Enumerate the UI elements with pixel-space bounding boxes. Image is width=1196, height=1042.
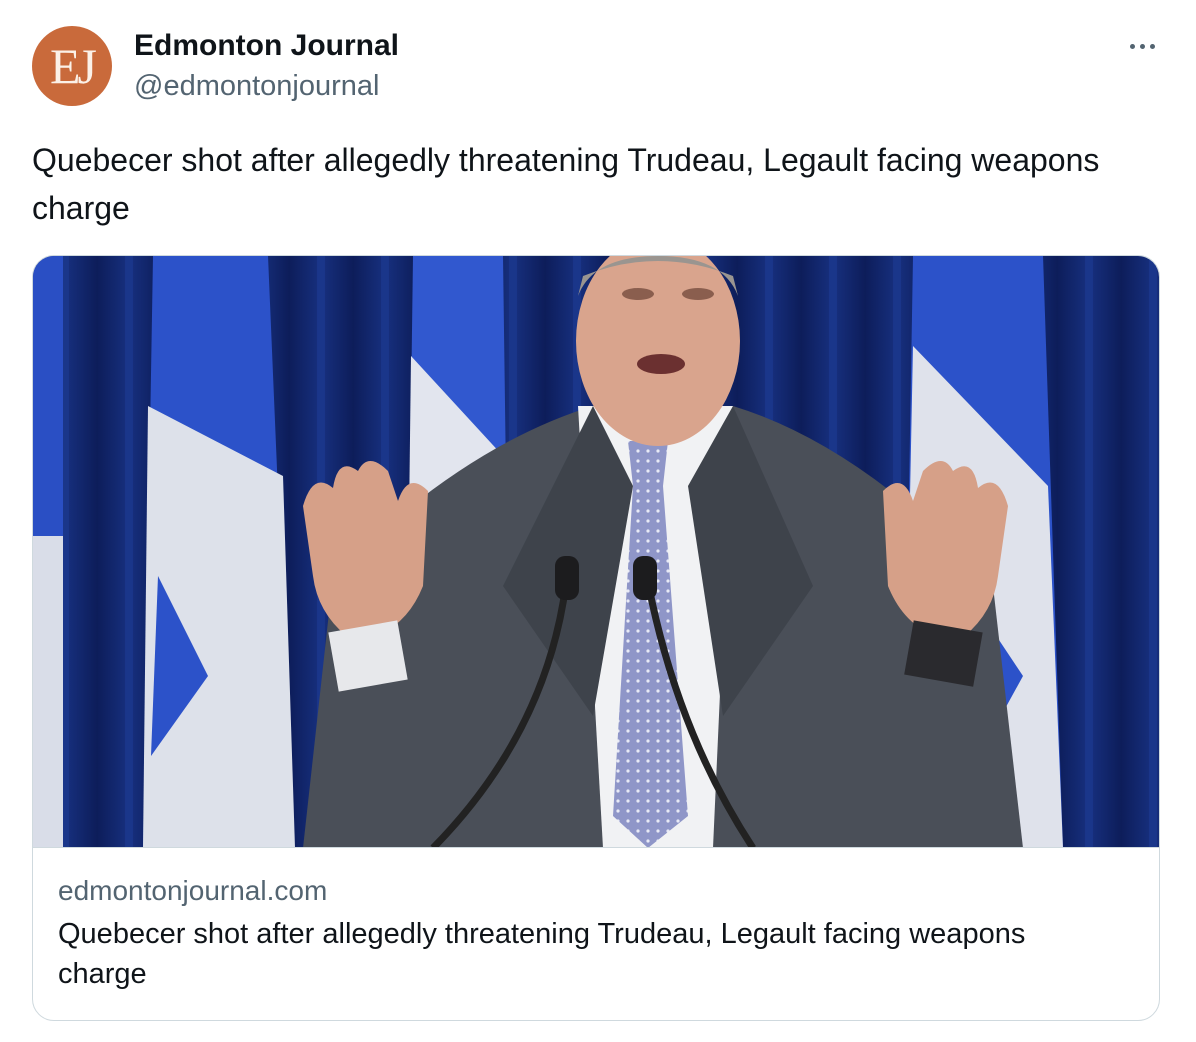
link-card-domain[interactable]: edmontonjournal.com	[58, 871, 1118, 911]
link-card[interactable]: edmontonjournal.com Quebecer shot after …	[32, 255, 1160, 1021]
tweet-text: Quebecer shot after allegedly threatenin…	[32, 142, 1100, 226]
more-dot	[1129, 43, 1135, 49]
more-options-icon[interactable]	[1122, 34, 1162, 58]
press-conference-photo	[33, 256, 1159, 847]
tweet-header: EJ Edmonton Journal @edmontonjournal	[32, 26, 1164, 106]
more-dot	[1149, 43, 1155, 49]
avatar[interactable]: EJ	[32, 26, 112, 106]
more-dot	[1139, 43, 1145, 49]
handle[interactable]: @edmontonjournal	[134, 66, 399, 106]
display-name[interactable]: Edmonton Journal	[134, 26, 399, 66]
flag-left-outer	[33, 256, 63, 847]
link-card-body: edmontonjournal.com Quebecer shot after …	[58, 871, 1118, 994]
tweet[interactable]: EJ Edmonton Journal @edmontonjournal Que…	[0, 0, 1196, 1042]
link-card-title[interactable]: Quebecer shot after allegedly threatenin…	[58, 914, 1118, 994]
link-card-image[interactable]	[33, 256, 1159, 848]
author-names: Edmonton Journal @edmontonjournal	[134, 26, 399, 106]
